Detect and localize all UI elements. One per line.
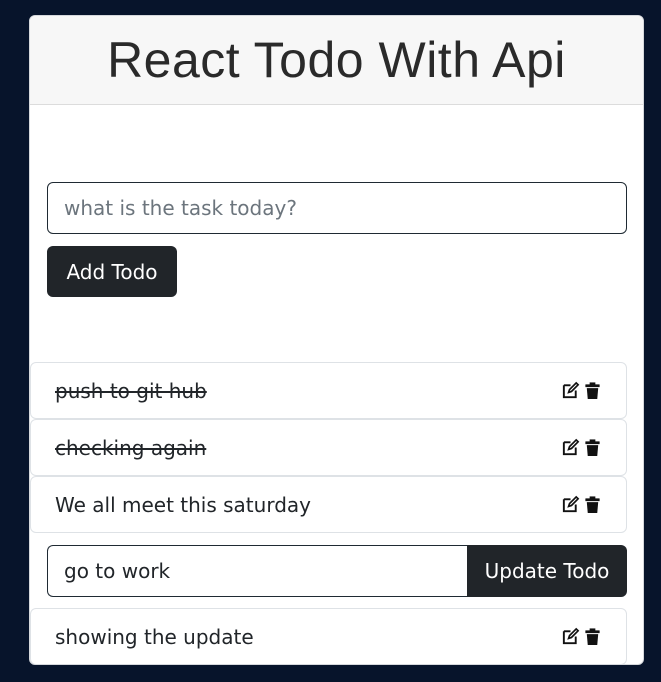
todo-card: React Todo With Api Add Todo push to git… [29,15,644,665]
todo-item: showing the update [30,608,627,664]
todo-text[interactable]: We all meet this saturday [55,493,561,517]
update-todo-button[interactable]: Update Todo [467,545,627,597]
edit-icon[interactable] [561,381,580,400]
trash-icon[interactable] [583,438,602,457]
todo-item: We all meet this saturday [30,476,627,533]
todo-actions [561,438,602,457]
edit-icon[interactable] [561,627,580,646]
todo-actions [561,627,602,646]
add-todo-button[interactable]: Add Todo [47,246,177,297]
edit-icon[interactable] [561,495,580,514]
todo-text[interactable]: showing the update [55,625,561,649]
todo-actions [561,495,602,514]
edit-icon[interactable] [561,438,580,457]
todo-actions [561,381,602,400]
card-header: React Todo With Api [30,16,643,105]
trash-icon[interactable] [583,495,602,514]
trash-icon[interactable] [583,381,602,400]
todo-text[interactable]: checking again [55,436,561,460]
todo-item: checking again [30,419,627,476]
todo-item: push to git hub [30,362,627,419]
trash-icon[interactable] [583,627,602,646]
task-input[interactable] [47,182,627,234]
edit-todo-form: Update Todo [47,545,627,597]
todo-text[interactable]: push to git hub [55,379,561,403]
edit-todo-input[interactable] [47,545,467,597]
page-title: React Todo With Api [107,32,566,88]
